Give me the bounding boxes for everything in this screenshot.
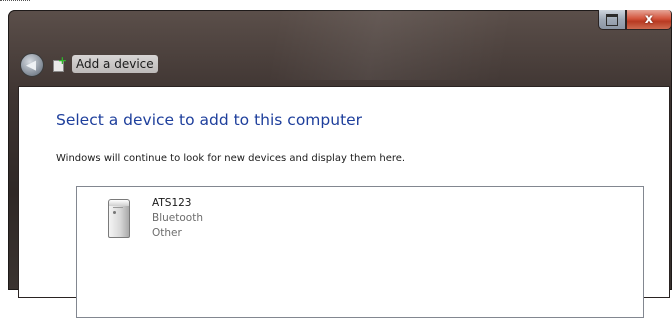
restore-button[interactable]: [598, 10, 626, 30]
corner-dotted-line: [0, 0, 30, 7]
back-arrow-icon: ◀: [26, 57, 36, 73]
wizard-content: Select a device to add to this computer …: [18, 86, 670, 318]
back-button[interactable]: ◀: [20, 53, 44, 77]
page-description: Windows will continue to look for new de…: [56, 153, 406, 164]
add-device-icon: +: [52, 55, 67, 72]
window-title-bar: + Add a device: [52, 52, 158, 76]
device-category: Other: [152, 227, 182, 239]
close-button[interactable]: x: [626, 10, 672, 30]
caption-buttons: x: [598, 10, 672, 30]
add-device-window: x ◀ + Add a device Select a device to ad…: [8, 10, 672, 318]
window-title: Add a device: [72, 55, 158, 73]
device-item[interactable]: ATS123 Bluetooth Other: [77, 187, 227, 257]
close-icon: x: [644, 12, 654, 27]
device-name: ATS123: [152, 197, 192, 209]
device-type: Bluetooth: [152, 212, 203, 224]
speaker-device-icon: [105, 199, 131, 238]
restore-icon: [606, 13, 618, 26]
page-heading: Select a device to add to this computer: [56, 111, 363, 129]
device-list[interactable]: ATS123 Bluetooth Other: [76, 186, 644, 318]
